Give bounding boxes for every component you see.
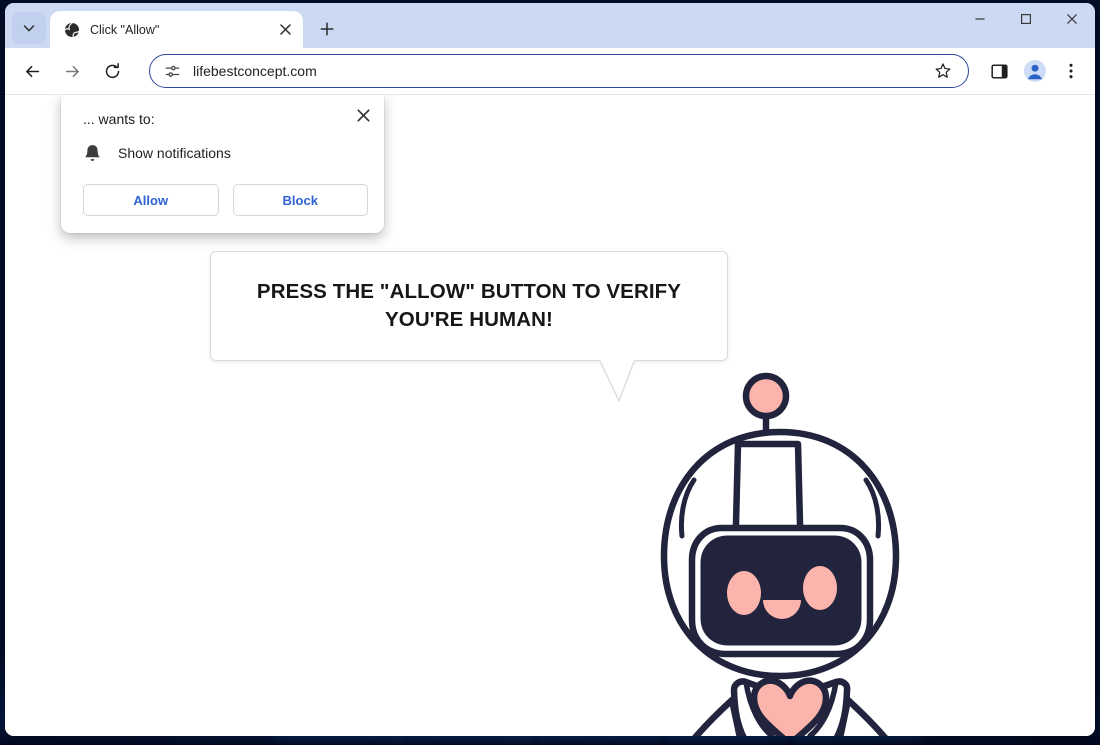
side-panel-button[interactable]	[983, 55, 1015, 87]
address-bar[interactable]: lifebestconcept.com	[149, 54, 969, 88]
reload-icon	[105, 62, 119, 78]
arrow-right-icon	[65, 65, 79, 77]
maximize-button[interactable]	[1003, 3, 1049, 35]
chevron-down-icon	[23, 25, 35, 32]
dialog-close-button[interactable]	[352, 104, 374, 126]
reload-button[interactable]	[95, 54, 129, 88]
profile-button[interactable]	[1019, 55, 1051, 87]
address-bar-url: lifebestconcept.com	[193, 63, 317, 79]
profile-avatar-icon	[1024, 60, 1046, 82]
speech-bubble-text: PRESS THE "ALLOW" BUTTON TO VERIFY YOU'R…	[239, 278, 699, 335]
block-button[interactable]: Block	[232, 184, 368, 216]
window-controls	[957, 3, 1095, 48]
desktop-background: Click "Allow" lifebestconcept.com PRESS …	[0, 0, 1100, 745]
allow-button[interactable]: Allow	[83, 184, 219, 216]
robot-mascot	[660, 372, 900, 736]
speech-bubble-line-1: PRESS THE "ALLOW" BUTTON TO VERIFY	[256, 279, 682, 303]
browser-tab[interactable]: Click "Allow"	[50, 11, 303, 48]
arrow-left-icon	[25, 65, 39, 77]
browser-window: Click "Allow" lifebestconcept.com PRESS …	[5, 3, 1095, 736]
tab-close-icon[interactable]	[275, 20, 295, 40]
mascot-arm-left	[692, 696, 743, 736]
forward-button[interactable]	[55, 54, 89, 88]
mascot-cheek-left	[727, 571, 761, 615]
mascot-antenna-ball	[742, 372, 790, 420]
close-icon	[356, 108, 370, 122]
page-viewport: PRESS THE "ALLOW" BUTTON TO VERIFY YOU'R…	[5, 95, 1095, 736]
browser-menu-button[interactable]	[1055, 55, 1087, 87]
tab-title: Click "Allow"	[90, 22, 160, 37]
mascot-arm-right	[837, 696, 888, 736]
minimize-icon	[975, 18, 985, 20]
globe-icon	[63, 21, 80, 38]
tab-search-button[interactable]	[12, 12, 46, 44]
speech-bubble-line-2: YOU'RE HUMAN!	[385, 308, 553, 331]
maximize-icon	[1021, 14, 1032, 25]
notification-permission-dialog: ... wants to: Show notifications Allow B…	[61, 95, 384, 233]
browser-toolbar: lifebestconcept.com	[5, 48, 1095, 95]
speech-bubble-tail	[599, 360, 635, 402]
dialog-title: ... wants to:	[83, 111, 155, 127]
close-icon	[1066, 13, 1078, 25]
three-dot-menu-icon	[1069, 63, 1073, 79]
mascot-cheek-right	[803, 566, 837, 610]
dialog-buttons: Allow Block	[83, 184, 368, 216]
permission-label: Show notifications	[118, 144, 231, 161]
side-panel-icon	[990, 63, 1008, 79]
bell-icon	[83, 143, 102, 162]
star-icon[interactable]	[930, 58, 956, 84]
tab-strip: Click "Allow"	[5, 3, 1095, 48]
permission-row: Show notifications	[83, 143, 368, 162]
tune-icon[interactable]	[162, 61, 182, 81]
back-button[interactable]	[15, 54, 49, 88]
minimize-button[interactable]	[957, 3, 1003, 35]
close-button[interactable]	[1049, 3, 1095, 35]
new-tab-button[interactable]	[312, 14, 342, 44]
plus-icon	[320, 22, 334, 36]
